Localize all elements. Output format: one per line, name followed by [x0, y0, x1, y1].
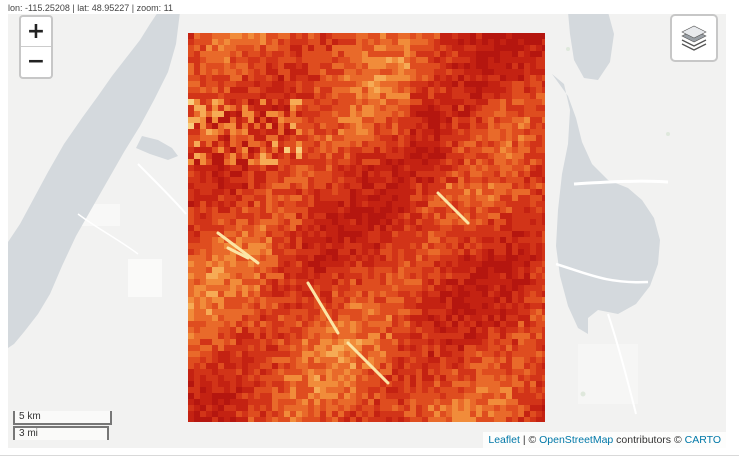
attribution: Leaflet | © OpenStreetMap contributors ©… — [483, 432, 726, 448]
zoom-in-button[interactable]: + — [21, 17, 51, 47]
raster-overlay — [188, 33, 545, 422]
attribution-separator: | © — [519, 434, 540, 446]
carto-link[interactable]: CARTO — [685, 434, 721, 446]
openstreetmap-link[interactable]: OpenStreetMap — [539, 434, 613, 446]
scale-imperial: 3 mi — [13, 426, 109, 440]
scale-metric: 5 km — [13, 411, 112, 425]
map-view[interactable]: + − 5 km 3 mi Leaflet | © OpenStreetMap … — [8, 14, 726, 448]
zoom-control: + − — [19, 15, 53, 79]
land-patch — [578, 344, 638, 404]
zoom-out-button[interactable]: − — [21, 47, 51, 77]
bottom-divider — [0, 455, 739, 456]
land-patch — [128, 259, 162, 297]
layers-button[interactable] — [670, 14, 718, 62]
coordinate-readout: lon: -115.25208 | lat: 48.95227 | zoom: … — [8, 3, 173, 13]
layers-icon — [681, 25, 707, 51]
leaflet-link[interactable]: Leaflet — [488, 434, 520, 446]
attribution-contributors: contributors © — [613, 434, 685, 446]
scale-bar: 5 km 3 mi — [13, 411, 112, 440]
